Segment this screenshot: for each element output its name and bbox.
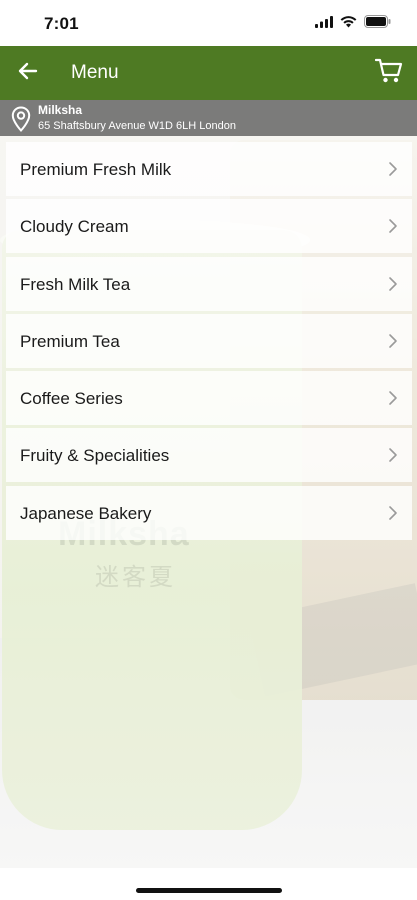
status-bar: 7:01	[0, 0, 417, 46]
home-bar	[0, 868, 417, 900]
status-icons	[315, 15, 391, 33]
home-indicator[interactable]	[136, 888, 282, 893]
location-bar[interactable]: Milksha 65 Shaftsbury Avenue W1D 6LH Lon…	[0, 100, 417, 136]
menu-item-label: Fresh Milk Tea	[20, 274, 131, 294]
chevron-right-icon	[388, 505, 398, 521]
menu-item-label: Japanese Bakery	[20, 503, 152, 523]
menu-item-japanese-bakery[interactable]: Japanese Bakery	[6, 485, 412, 540]
location-pin-icon	[11, 106, 31, 132]
menu-item-fruity-specialities[interactable]: Fruity & Specialities	[6, 428, 412, 483]
chevron-right-icon	[388, 333, 398, 349]
menu-item-label: Premium Tea	[20, 331, 120, 351]
store-address: 65 Shaftsbury Avenue W1D 6LH London	[38, 120, 236, 132]
menu-item-coffee-series[interactable]: Coffee Series	[6, 371, 412, 426]
menu-item-premium-fresh-milk[interactable]: Premium Fresh Milk	[6, 142, 412, 196]
store-name: Milksha	[38, 103, 83, 117]
wifi-icon	[340, 15, 357, 33]
menu-category-list: Premium Fresh Milk Cloudy Cream Fresh Mi…	[6, 142, 412, 543]
menu-item-cloudy-cream[interactable]: Cloudy Cream	[6, 199, 412, 254]
battery-icon	[364, 15, 391, 33]
nav-bar: Menu	[0, 46, 417, 100]
menu-item-premium-tea[interactable]: Premium Tea	[6, 313, 412, 368]
chevron-right-icon	[388, 447, 398, 463]
menu-item-fresh-milk-tea[interactable]: Fresh Milk Tea	[6, 256, 412, 311]
signal-icon	[315, 15, 333, 33]
menu-item-label: Premium Fresh Milk	[20, 160, 172, 179]
chevron-right-icon	[388, 390, 398, 406]
menu-screen: 7:01 Menu 迷客夏 Milksha 65 Shaftsbury Aven…	[0, 0, 417, 900]
menu-item-label: Cloudy Cream	[20, 217, 129, 237]
cart-icon	[374, 58, 403, 89]
back-button[interactable]	[14, 59, 42, 87]
menu-item-label: Fruity & Specialities	[20, 446, 170, 466]
chevron-right-icon	[388, 276, 398, 292]
chevron-right-icon	[388, 218, 398, 234]
chevron-right-icon	[388, 161, 398, 177]
back-arrow-icon	[18, 62, 38, 85]
status-time: 7:01	[44, 14, 79, 33]
cart-button[interactable]	[373, 57, 405, 89]
page-title: Menu	[71, 62, 119, 83]
menu-item-label: Coffee Series	[20, 389, 123, 409]
